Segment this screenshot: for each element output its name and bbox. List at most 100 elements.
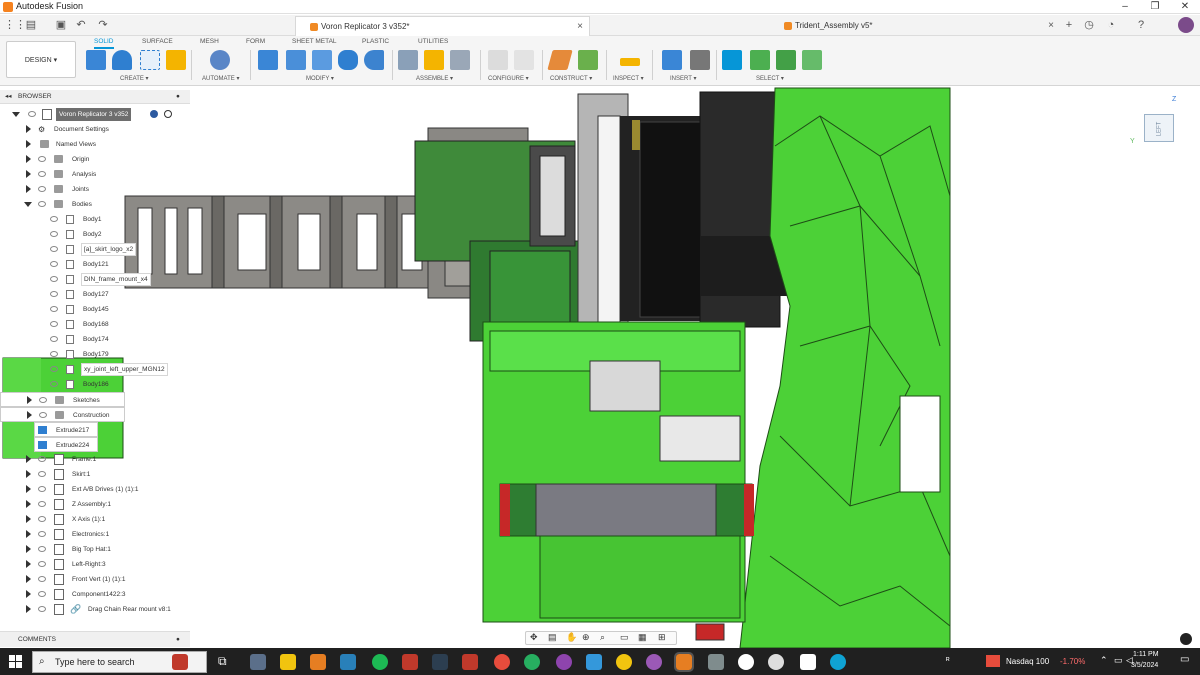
browser-item-origin[interactable]: Origin <box>0 152 190 167</box>
browser-item-analysis[interactable]: Analysis <box>0 167 190 182</box>
clock-time[interactable]: 1:11 PM <box>1133 651 1159 658</box>
measure-button[interactable] <box>620 58 640 66</box>
configure-rule-button[interactable] <box>514 50 534 70</box>
orbit-icon[interactable]: ✥ <box>530 632 538 643</box>
visibility-icon[interactable] <box>50 381 58 387</box>
browser-item-body127[interactable]: Body127 <box>0 287 190 302</box>
look-at-icon[interactable]: ▤ <box>548 632 557 643</box>
chrome-icon[interactable] <box>494 654 510 670</box>
visibility-icon[interactable] <box>50 276 58 282</box>
create-sketch-button[interactable] <box>140 50 160 70</box>
toolhead-body[interactable] <box>482 321 754 623</box>
expand-icon[interactable] <box>12 112 20 117</box>
browser-item-body145[interactable]: Body145 <box>0 302 190 317</box>
browser-item-x-axis[interactable]: X Axis (1):1 <box>0 512 190 527</box>
visibility-icon[interactable] <box>28 111 36 117</box>
expand-icon[interactable] <box>26 185 31 193</box>
github-icon[interactable] <box>738 654 754 670</box>
pan-icon[interactable]: ✋ <box>566 632 577 643</box>
visibility-icon[interactable] <box>50 216 58 222</box>
close-tab-icon[interactable]: × <box>1048 16 1054 36</box>
chevron-up-icon[interactable]: ⌃ <box>1100 655 1108 666</box>
expand-icon[interactable] <box>26 170 31 178</box>
select-button[interactable] <box>722 50 742 70</box>
pinned-app-icon[interactable] <box>586 654 602 670</box>
slack-icon[interactable] <box>556 654 572 670</box>
stock-widget-icon[interactable] <box>986 655 1000 667</box>
display-settings-icon[interactable]: ▭ <box>620 632 629 643</box>
messenger-icon[interactable] <box>646 654 662 670</box>
browser-item-named-views[interactable]: Named Views <box>0 137 190 152</box>
browser-item-front-vert[interactable]: Front Vert (1) (1):1 <box>0 572 190 587</box>
selection-priority-button[interactable] <box>802 50 822 70</box>
expand-icon[interactable] <box>26 500 31 508</box>
browser-item-skirt[interactable]: Skirt:1 <box>0 467 190 482</box>
workspace-switcher-button[interactable]: DESIGN ▾ <box>6 41 76 78</box>
file-menu-icon[interactable]: ▤ <box>24 18 38 32</box>
windows-start-icon[interactable] <box>9 655 23 669</box>
combine-button[interactable] <box>364 50 384 70</box>
tab-surface[interactable]: SURFACE <box>142 38 173 45</box>
visibility-icon[interactable] <box>38 576 46 582</box>
motion-link-button[interactable] <box>450 50 470 70</box>
expand-icon[interactable] <box>26 560 31 568</box>
expand-icon[interactable] <box>26 455 31 463</box>
visibility-icon[interactable] <box>38 156 46 162</box>
browser-item-body168[interactable]: Body168 <box>0 317 190 332</box>
pinned-app-icon[interactable] <box>340 654 356 670</box>
browser-item-component1422[interactable]: Component1422:3 <box>0 587 190 602</box>
browser-root[interactable]: Voron Replicator 3 v352 <box>0 107 190 122</box>
visibility-icon[interactable] <box>38 606 46 612</box>
chat-icon[interactable] <box>1180 633 1192 645</box>
automate-menu[interactable]: AUTOMATE ▾ <box>202 75 239 82</box>
browser-item-body2[interactable]: Body2 <box>0 227 190 242</box>
visibility-icon[interactable] <box>39 412 47 418</box>
browser-item-body186[interactable]: Body186 <box>0 377 190 392</box>
offset-plane-button[interactable] <box>547 50 573 70</box>
extrude-button[interactable] <box>112 50 132 70</box>
selection-filter-button[interactable] <box>776 50 796 70</box>
visibility-icon[interactable] <box>50 321 58 327</box>
clock-date[interactable]: 3/5/2024 <box>1131 662 1158 669</box>
pinned-app-icon[interactable] <box>708 654 724 670</box>
expand-icon[interactable] <box>24 202 32 207</box>
task-view-icon[interactable]: ⧉ <box>218 654 234 670</box>
grid-settings-icon[interactable]: ▦ <box>638 632 647 643</box>
viewports-icon[interactable]: ⊞ <box>658 632 666 643</box>
visibility-icon[interactable] <box>50 291 58 297</box>
expand-icon[interactable] <box>26 590 31 598</box>
comments-panel[interactable]: COMMENTS ● <box>0 631 190 647</box>
browser-item-big-top-hat[interactable]: Big Top Hat:1 <box>0 542 190 557</box>
visibility-icon[interactable] <box>50 231 58 237</box>
browser-item-body174[interactable]: Body174 <box>0 332 190 347</box>
chrome-icon[interactable] <box>524 654 540 670</box>
tab-form[interactable]: FORM <box>246 38 265 45</box>
browser-item-document-settings[interactable]: ⚙ Document Settings <box>0 122 190 137</box>
pinned-app-icon[interactable] <box>310 654 326 670</box>
browser-item-din-frame-mount[interactable]: DIN_frame_mount_x4 <box>0 272 190 287</box>
avatar[interactable] <box>1178 17 1194 33</box>
create-form-button[interactable] <box>166 50 186 70</box>
assemble-menu[interactable]: ASSEMBLE ▾ <box>416 75 453 82</box>
new-tab-icon[interactable]: + <box>1062 18 1076 32</box>
visibility-icon[interactable] <box>50 261 58 267</box>
browser-item-extrude224[interactable]: Extrude224 <box>34 437 98 452</box>
github-desktop-icon[interactable] <box>768 654 784 670</box>
minimize-button[interactable]: – <box>1110 0 1140 14</box>
insert-canvas-button[interactable] <box>662 50 682 70</box>
shell-button[interactable] <box>338 50 358 70</box>
chamfer-button[interactable] <box>312 50 332 70</box>
visibility-icon[interactable] <box>50 336 58 342</box>
expand-icon[interactable] <box>27 411 32 419</box>
visibility-icon[interactable] <box>50 306 58 312</box>
browser-item-left-right[interactable]: Left-Right:3 <box>0 557 190 572</box>
automate-button[interactable] <box>210 50 230 70</box>
select-menu[interactable]: SELECT ▾ <box>756 75 784 82</box>
pinned-app-icon[interactable] <box>250 654 266 670</box>
tab-solid[interactable]: SOLID <box>94 38 114 49</box>
browser-item-body121[interactable]: Body121 <box>0 257 190 272</box>
visibility-icon[interactable] <box>38 516 46 522</box>
job-status-icon[interactable]: ◷ <box>1082 18 1096 32</box>
configure-menu[interactable]: CONFIGURE ▾ <box>488 75 529 82</box>
visibility-icon[interactable] <box>38 456 46 462</box>
